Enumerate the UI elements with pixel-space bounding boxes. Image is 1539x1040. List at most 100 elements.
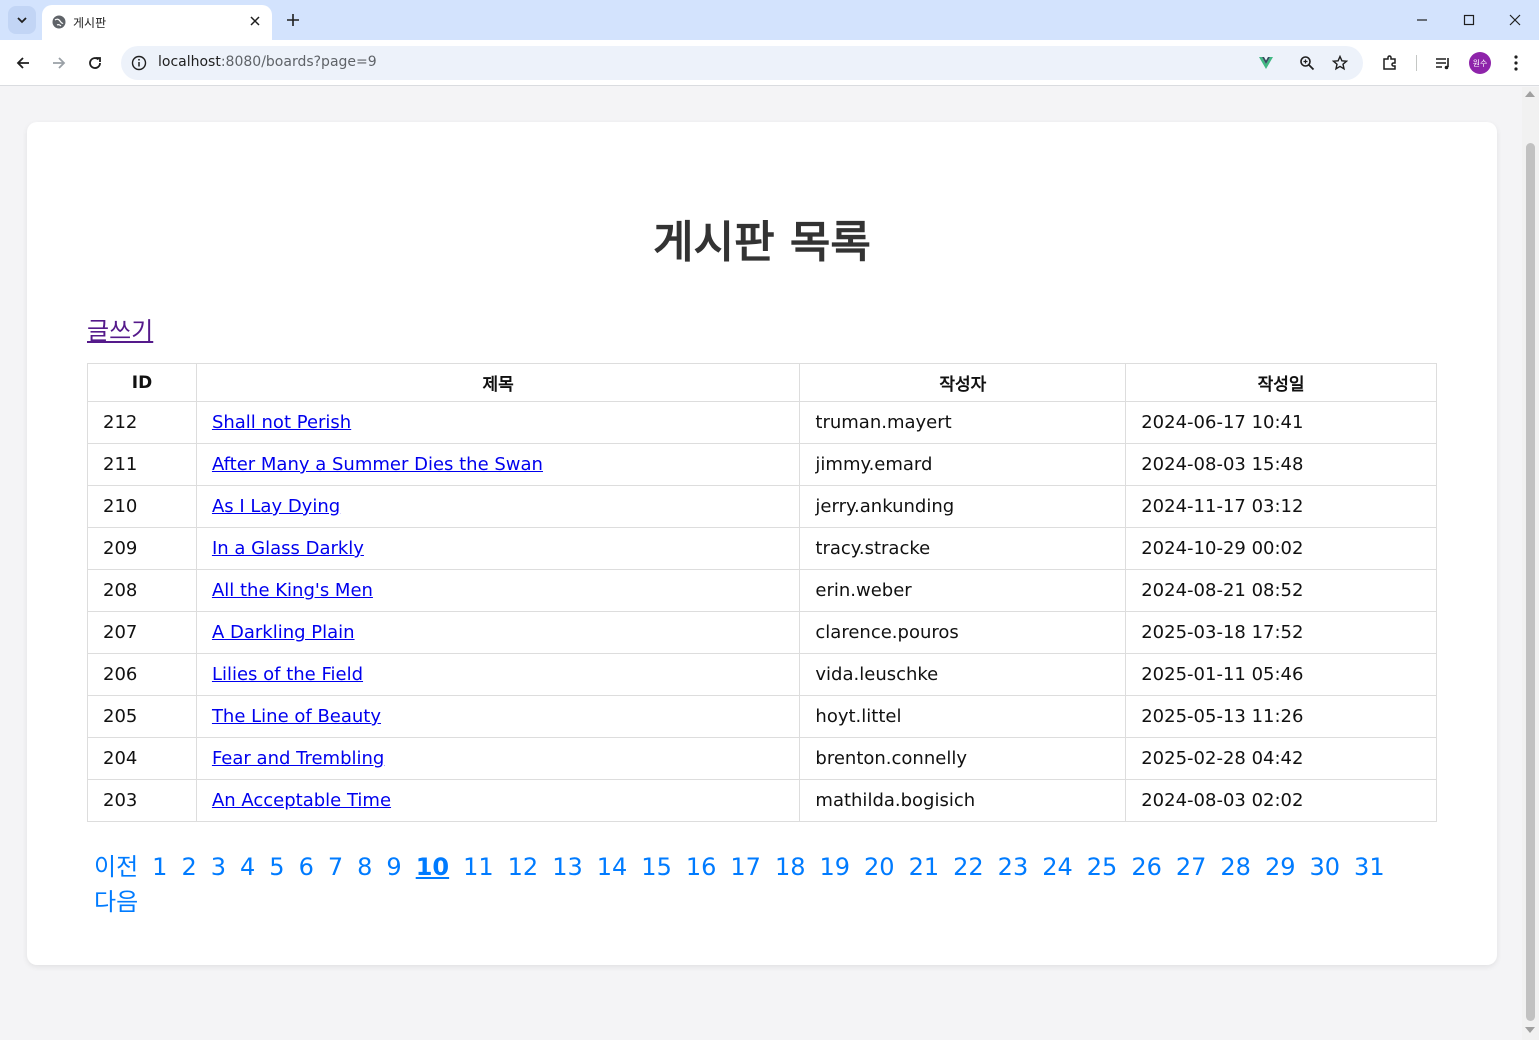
address-bar[interactable]: localhost:8080/boards?page=9 bbox=[121, 46, 1363, 80]
page-link[interactable]: 25 bbox=[1087, 850, 1118, 885]
post-writer: hoyt.littel bbox=[799, 695, 1127, 738]
post-title-cell: Fear and Trembling bbox=[195, 737, 801, 780]
page-link[interactable]: 29 bbox=[1265, 850, 1296, 885]
post-id: 207 bbox=[87, 611, 197, 654]
post-writer: mathilda.bogisich bbox=[799, 779, 1127, 822]
post-title-link[interactable]: Fear and Trembling bbox=[212, 748, 384, 769]
page-link[interactable]: 17 bbox=[730, 850, 761, 885]
post-id: 212 bbox=[87, 401, 197, 444]
page-link[interactable]: 7 bbox=[328, 850, 343, 885]
page-link[interactable]: 13 bbox=[552, 850, 583, 885]
post-title-link[interactable]: Lilies of the Field bbox=[212, 664, 363, 685]
scrollbar-thumb[interactable] bbox=[1526, 143, 1535, 1021]
zoom-button[interactable] bbox=[1297, 53, 1317, 73]
page-link[interactable]: 2 bbox=[181, 850, 196, 885]
scroll-down-arrow-icon[interactable] bbox=[1525, 1027, 1535, 1033]
scroll-up-arrow-icon[interactable] bbox=[1525, 91, 1535, 97]
page-link[interactable]: 14 bbox=[597, 850, 628, 885]
page-link[interactable]: 22 bbox=[953, 850, 984, 885]
page-link[interactable]: 15 bbox=[641, 850, 672, 885]
back-button[interactable] bbox=[10, 50, 36, 76]
vue-devtools-icon[interactable] bbox=[1256, 53, 1276, 73]
post-title-link[interactable]: As I Lay Dying bbox=[212, 496, 340, 517]
page-link[interactable]: 11 bbox=[463, 850, 494, 885]
post-id: 211 bbox=[87, 443, 197, 486]
extensions-button[interactable] bbox=[1379, 52, 1401, 74]
page-prev-link[interactable]: 이전 bbox=[94, 850, 138, 885]
post-id: 210 bbox=[87, 485, 197, 528]
page-next-link[interactable]: 다음 bbox=[94, 885, 138, 920]
page-link[interactable]: 26 bbox=[1131, 850, 1162, 885]
post-writer: truman.mayert bbox=[799, 401, 1127, 444]
profile-avatar[interactable]: 원수 bbox=[1469, 52, 1491, 74]
tab-title: 게시판 bbox=[73, 16, 107, 30]
post-writer: vida.leuschke bbox=[799, 653, 1127, 696]
site-info-icon[interactable] bbox=[130, 54, 148, 72]
page-link[interactable]: 31 bbox=[1354, 850, 1385, 885]
table-row: 204 Fear and Trembling brenton.connelly … bbox=[87, 737, 1437, 780]
reload-button[interactable] bbox=[82, 50, 108, 76]
post-title-link[interactable]: Shall not Perish bbox=[212, 412, 351, 433]
column-header-title: 제목 bbox=[195, 363, 801, 402]
post-title-link[interactable]: In a Glass Darkly bbox=[212, 538, 364, 559]
arrow-right-icon bbox=[53, 57, 66, 69]
page-link[interactable]: 28 bbox=[1220, 850, 1251, 885]
post-title-link[interactable]: An Acceptable Time bbox=[212, 790, 391, 811]
post-id: 206 bbox=[87, 653, 197, 696]
page-link[interactable]: 18 bbox=[775, 850, 806, 885]
page-link[interactable]: 9 bbox=[386, 850, 401, 885]
more-vert-icon bbox=[1514, 55, 1518, 71]
tab-search-button[interactable] bbox=[8, 6, 36, 34]
post-title-link[interactable]: The Line of Beauty bbox=[212, 706, 381, 727]
post-date: 2024-08-03 02:02 bbox=[1125, 779, 1437, 822]
post-date: 2025-03-18 17:52 bbox=[1125, 611, 1437, 654]
media-control-button[interactable] bbox=[1432, 52, 1454, 74]
menu-button[interactable] bbox=[1505, 52, 1527, 74]
page-link[interactable]: 20 bbox=[864, 850, 895, 885]
arrow-left-icon bbox=[16, 57, 29, 69]
page-link[interactable]: 3 bbox=[211, 850, 226, 885]
page-link[interactable]: 24 bbox=[1042, 850, 1073, 885]
post-date: 2024-08-21 08:52 bbox=[1125, 569, 1437, 612]
forward-button[interactable] bbox=[46, 50, 72, 76]
zoom-icon bbox=[1300, 56, 1315, 71]
post-date: 2025-05-13 11:26 bbox=[1125, 695, 1437, 738]
post-title-cell: The Line of Beauty bbox=[195, 695, 801, 738]
table-row: 207 A Darkling Plain clarence.pouros 202… bbox=[87, 611, 1437, 654]
page-link[interactable]: 5 bbox=[269, 850, 284, 885]
page-link[interactable]: 23 bbox=[998, 850, 1029, 885]
post-title-link[interactable]: After Many a Summer Dies the Swan bbox=[212, 454, 543, 475]
page-link[interactable]: 12 bbox=[508, 850, 539, 885]
page-link[interactable]: 19 bbox=[819, 850, 850, 885]
page-link[interactable]: 30 bbox=[1310, 850, 1341, 885]
post-id: 209 bbox=[87, 527, 197, 570]
page-link[interactable]: 1 bbox=[152, 850, 167, 885]
write-post-link[interactable]: 글쓰기 bbox=[87, 311, 153, 346]
plus-icon bbox=[287, 14, 299, 26]
post-title-link[interactable]: All the King's Men bbox=[212, 580, 373, 601]
post-writer: jerry.ankunding bbox=[799, 485, 1127, 528]
browser-tab[interactable]: 게시판 bbox=[42, 5, 272, 40]
url-text[interactable]: localhost:8080/boards?page=9 bbox=[158, 54, 377, 70]
bookmark-button[interactable] bbox=[1330, 53, 1350, 73]
post-writer: brenton.connelly bbox=[799, 737, 1127, 780]
page-link[interactable]: 21 bbox=[909, 850, 940, 885]
page-link-current[interactable]: 10 bbox=[416, 850, 449, 885]
tab-close-button[interactable] bbox=[246, 12, 264, 30]
minimize-button[interactable] bbox=[1409, 8, 1435, 32]
post-title-link[interactable]: A Darkling Plain bbox=[212, 622, 355, 643]
new-tab-button[interactable] bbox=[283, 10, 303, 30]
table-row: 210 As I Lay Dying jerry.ankunding 2024-… bbox=[87, 485, 1437, 528]
maximize-button[interactable] bbox=[1456, 8, 1482, 32]
page-link[interactable]: 4 bbox=[240, 850, 255, 885]
table-row: 212 Shall not Perish truman.mayert 2024-… bbox=[87, 401, 1437, 444]
close-window-button[interactable] bbox=[1502, 8, 1528, 32]
table-row: 211 After Many a Summer Dies the Swan ji… bbox=[87, 443, 1437, 486]
page-link[interactable]: 27 bbox=[1176, 850, 1207, 885]
page-link[interactable]: 16 bbox=[686, 850, 717, 885]
page-link[interactable]: 8 bbox=[357, 850, 372, 885]
page-link[interactable]: 6 bbox=[299, 850, 314, 885]
pagination: 이전 1 2 3 4 5 6 7 8 9 10 11 12 13 14 15 16 17 18 19 20 21 22 23 2… bbox=[87, 850, 1437, 920]
maximize-icon bbox=[1463, 14, 1475, 26]
column-header-date: 작성일 bbox=[1125, 363, 1437, 402]
